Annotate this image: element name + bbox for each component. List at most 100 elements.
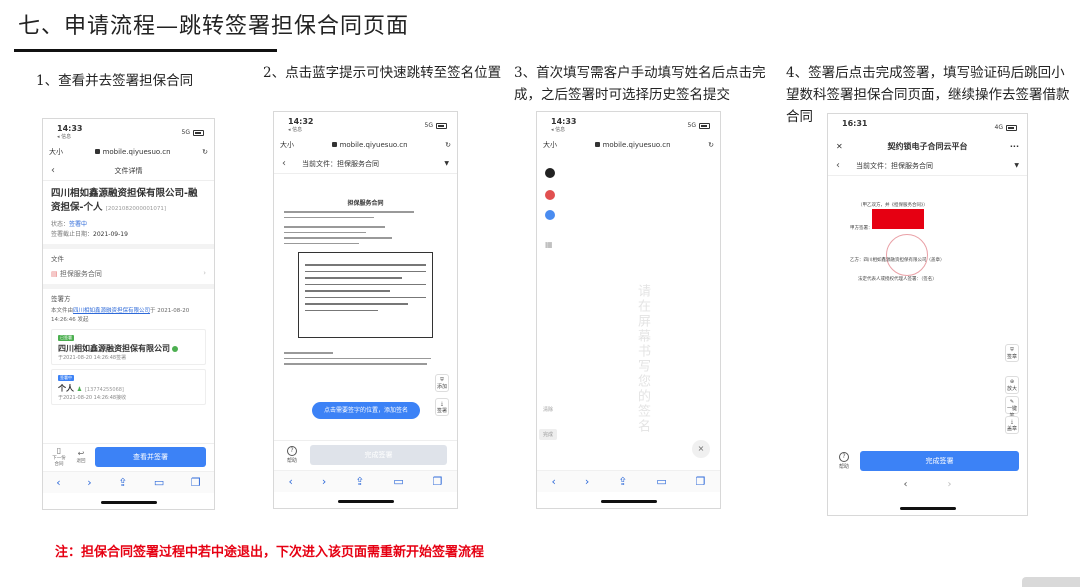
tool-label: 签署 bbox=[436, 408, 447, 414]
home-indicator bbox=[600, 500, 657, 503]
document-row[interactable]: ▤ 担保服务合同 › bbox=[43, 267, 214, 284]
battery-icon bbox=[193, 129, 204, 136]
tabs-icon[interactable]: ❐ bbox=[191, 476, 201, 489]
help-label: 帮助 bbox=[838, 464, 849, 470]
pen-color-red[interactable] bbox=[545, 190, 555, 200]
back-chevron-icon[interactable]: ‹ bbox=[282, 158, 296, 169]
share-icon[interactable]: ⇪ bbox=[355, 475, 364, 488]
step-3-caption: 3、首次填写需客户手动填写姓名后点击完成，之后签署时可选择历史签名提交 bbox=[514, 65, 766, 103]
signer-phone: [13774255068] bbox=[84, 387, 124, 393]
next-contract-label: 下一份合同 bbox=[52, 456, 66, 467]
text-size-button[interactable]: 大小 bbox=[49, 147, 63, 157]
file-header: ‹ 当前文件：担保服务合同 ▼ bbox=[828, 156, 1027, 176]
back-icon[interactable]: ‹ bbox=[56, 476, 60, 489]
signer-card-company: 已签署 四川相如鑫源融资担保有限公司 于2021-08-20 14:26:48签… bbox=[51, 329, 206, 365]
tool-label: 放大 bbox=[1006, 386, 1017, 392]
reload-icon[interactable]: ↻ bbox=[202, 148, 208, 156]
bookmarks-icon[interactable]: ▭ bbox=[656, 475, 666, 488]
forward-icon[interactable]: › bbox=[87, 476, 91, 489]
finish-signing-button[interactable]: 完成签署 bbox=[860, 451, 1019, 471]
zoom-tool[interactable]: ⊕ 放大 bbox=[1005, 376, 1019, 394]
finish-signing-button[interactable]: 完成签署 bbox=[310, 444, 447, 465]
safari-toolbar: ‹ › ⇪ ▭ ❐ bbox=[274, 470, 457, 492]
history-signature-icon[interactable]: ▦ bbox=[545, 240, 553, 249]
status-time: 14:32 bbox=[288, 117, 314, 126]
webview-nav: ‹ › bbox=[828, 479, 1027, 499]
text-size-button[interactable]: 大小 bbox=[280, 140, 294, 150]
url-bar[interactable]: 大小 mobile.qiyuesuo.cn ↻ bbox=[280, 136, 451, 154]
forward-icon[interactable]: › bbox=[585, 475, 589, 488]
back-to-app[interactable]: ◂ 信息 bbox=[288, 126, 313, 133]
bookmarks-icon[interactable]: ▭ bbox=[154, 476, 164, 489]
action-bar: ? 帮助 完成签署 bbox=[274, 440, 457, 468]
contract-line: （甲乙双方，并《担保服务合同》） bbox=[858, 203, 928, 208]
dropdown-caret-icon[interactable]: ▼ bbox=[444, 160, 449, 167]
back-icon[interactable]: ‹ bbox=[904, 479, 908, 499]
signer-time: 于2021-08-20 14:26:48签署 bbox=[58, 355, 127, 361]
url-bar[interactable]: 大小 mobile.qiyuesuo.cn ↻ bbox=[49, 143, 208, 161]
tabs-icon[interactable]: ❐ bbox=[696, 475, 706, 488]
sign-tool[interactable]: ⤓ 签署 bbox=[435, 398, 449, 416]
document-icon: ▯ bbox=[56, 446, 62, 455]
app-title: 契约锁电子合同云平台 bbox=[887, 141, 968, 151]
chevron-right-icon: › bbox=[203, 269, 206, 277]
document-title: 担保服务合同 bbox=[347, 200, 384, 207]
download-icon: ⤓ bbox=[440, 401, 444, 407]
signer-name: 四川相如鑫源融资担保有限公司 bbox=[58, 344, 170, 353]
side-toolbar: ⛨ 添加 ⤓ 签署 bbox=[435, 374, 449, 416]
back-chevron-icon[interactable]: ‹ bbox=[51, 165, 65, 176]
phone-screenshot-signed-contract: 16:31 4G ✕ 契约锁电子合同云平台 ··· ‹ 当前文件：担保服务合同 … bbox=[827, 113, 1028, 516]
bookmarks-icon[interactable]: ▭ bbox=[393, 475, 403, 488]
forward-icon[interactable]: › bbox=[948, 479, 952, 499]
jump-to-signature-hint[interactable]: 点击需要签字的位置，添加签名 bbox=[312, 402, 420, 419]
close-icon[interactable]: × bbox=[692, 440, 710, 458]
help-icon: ? bbox=[287, 445, 297, 456]
safari-toolbar: ‹ › ⇪ ▭ ❐ bbox=[537, 470, 720, 492]
help-button[interactable]: ? 帮助 bbox=[836, 452, 852, 470]
signature-canvas[interactable]: ▦ 请在屏幕书写您的签名 清除 完成 bbox=[537, 154, 720, 454]
back-to-app[interactable]: ◂ 信息 bbox=[551, 126, 576, 133]
back-icon[interactable]: ‹ bbox=[551, 475, 555, 488]
signal-label: 4G bbox=[994, 124, 1003, 131]
back-to-app[interactable]: ◂ 信息 bbox=[57, 133, 82, 140]
return-button[interactable]: ↩ 退回 bbox=[73, 449, 89, 464]
complete-button[interactable]: 完成 bbox=[539, 429, 557, 440]
next-contract-button[interactable]: ▯ 下一份合同 bbox=[51, 446, 67, 467]
url-bar[interactable]: 大小 mobile.qiyuesuo.cn ↻ bbox=[543, 136, 714, 154]
reload-icon[interactable]: ↻ bbox=[708, 141, 714, 149]
help-icon: ? bbox=[839, 452, 849, 462]
pen-color-black[interactable] bbox=[545, 168, 555, 178]
back-chevron-icon[interactable]: ‹ bbox=[836, 160, 850, 171]
text-size-button[interactable]: 大小 bbox=[543, 140, 557, 150]
status-time: 14:33 bbox=[57, 124, 83, 133]
back-icon[interactable]: ‹ bbox=[288, 475, 292, 488]
view-and-sign-button[interactable]: 查看并签署 bbox=[95, 446, 206, 467]
file-section-label: 文件 bbox=[51, 255, 64, 263]
pen-color-blue[interactable] bbox=[545, 210, 555, 220]
tabs-icon[interactable]: ❐ bbox=[433, 475, 443, 488]
company-seal bbox=[886, 234, 928, 276]
reload-icon[interactable]: ↻ bbox=[445, 141, 451, 149]
share-icon[interactable]: ⇪ bbox=[618, 475, 627, 488]
help-button[interactable]: ? 帮助 bbox=[284, 445, 300, 464]
document-icon: ▤ bbox=[51, 270, 60, 278]
download-icon: ⤓ bbox=[1010, 419, 1014, 425]
more-icon[interactable]: ··· bbox=[1005, 142, 1019, 151]
nav-header: ‹ 文件详情 bbox=[43, 161, 214, 181]
quick-sign-tool[interactable]: ✎一键签 bbox=[1005, 396, 1019, 419]
close-icon[interactable]: ✕ bbox=[836, 142, 850, 151]
add-stamp-tool[interactable]: ⛨ 添加 bbox=[435, 374, 449, 392]
redacted-signature bbox=[872, 209, 924, 229]
forward-icon[interactable]: › bbox=[322, 475, 326, 488]
status-bar: 14:33 ◂ 信息 5G bbox=[43, 119, 214, 141]
party-a-signature-label: 甲方签署： bbox=[850, 226, 873, 231]
home-indicator bbox=[899, 507, 956, 510]
seal-tool[interactable]: ⛨ 签章 bbox=[1005, 344, 1019, 362]
signer-card-person: 签署中 个人 ♟ [13774255068] 于2021-08-20 14:26… bbox=[51, 369, 206, 405]
clear-button[interactable]: 清除 bbox=[539, 406, 557, 413]
share-icon[interactable]: ⇪ bbox=[118, 476, 127, 489]
dropdown-caret-icon[interactable]: ▼ bbox=[1014, 162, 1019, 169]
signature-placeholder: 请在屏幕书写您的签名 bbox=[635, 284, 650, 434]
stamp-tool[interactable]: ⤓ 盖章 bbox=[1005, 416, 1019, 434]
action-bar: ? 帮助 完成签署 bbox=[828, 447, 1027, 475]
